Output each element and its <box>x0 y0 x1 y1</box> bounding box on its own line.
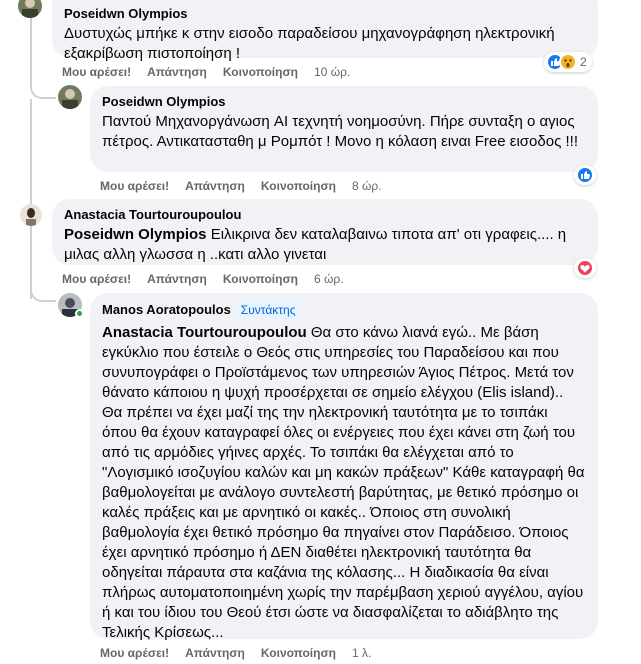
share-button[interactable]: Κοινοποίηση <box>261 646 336 660</box>
avatar[interactable] <box>18 0 42 18</box>
comment-actions: Μου αρέσει! Απάντηση Κοινοποίηση 8 ώρ. <box>100 179 382 193</box>
comment-author[interactable]: Poseidwn Olympios <box>102 94 586 110</box>
like-button[interactable]: Μου αρέσει! <box>62 65 131 79</box>
comment-bubble: Poseidwn Olympios Δυστυχώς μπήκε κ στην … <box>52 0 598 62</box>
like-button[interactable]: Μου αρέσει! <box>100 646 169 660</box>
share-button[interactable]: Κοινοποίηση <box>223 65 298 79</box>
comment-actions: Μου αρέσει! Απάντηση Κοινοποίηση 1 λ. <box>100 646 371 660</box>
heart-reaction-icon <box>576 259 594 277</box>
comment-text: Poseidwn Olympios Ειλικρινα δεν καταλαβα… <box>64 226 567 263</box>
thread-connector <box>30 280 56 302</box>
reaction-count: 2 <box>580 55 587 69</box>
comment-text: Anastacia Tourtouroupoulou Θα στο κάνω λ… <box>102 324 585 641</box>
comment-actions: Μου αρέσει! Απάντηση Κοινοποίηση 6 ώρ. <box>62 272 344 286</box>
comment-bubble: Manos Aoratopoulos Συντάκτης Anastacia T… <box>90 293 598 641</box>
role-badge: Συντάκτης <box>236 301 300 319</box>
timestamp[interactable]: 6 ώρ. <box>314 272 344 286</box>
reaction-summary[interactable] <box>574 165 596 185</box>
thread-connector <box>30 82 56 99</box>
reply-button[interactable]: Απάντηση <box>147 65 207 79</box>
avatar[interactable] <box>20 204 42 226</box>
comment-author[interactable]: Manos Aoratopoulos Συντάκτης <box>102 301 586 319</box>
mention-link[interactable]: Anastacia Tourtouroupoulou <box>102 324 307 341</box>
mention-link[interactable]: Poseidwn Olympios <box>64 226 207 243</box>
comment-author[interactable]: Anastacia Tourtouroupoulou <box>64 207 586 223</box>
avatar[interactable] <box>58 85 82 109</box>
comment-actions: Μου αρέσει! Απάντηση Κοινοποίηση 10 ώρ. <box>62 65 350 79</box>
comment-text: Δυστυχώς μπήκε κ στην εισοδο παραδείσου … <box>64 25 555 62</box>
timestamp[interactable]: 1 λ. <box>352 646 371 660</box>
timestamp[interactable]: 8 ώρ. <box>352 179 382 193</box>
like-button[interactable]: Μου αρέσει! <box>62 272 131 286</box>
reaction-summary[interactable] <box>574 258 596 278</box>
like-reaction-icon <box>576 166 594 184</box>
share-button[interactable]: Κοινοποίηση <box>223 272 298 286</box>
wow-reaction-icon <box>559 53 577 71</box>
comment-text: Παντού Μηχανοργάνωση AI τεχνητή νοημοσύν… <box>102 113 578 150</box>
share-button[interactable]: Κοινοποίηση <box>261 179 336 193</box>
thread-line <box>30 10 32 82</box>
timestamp[interactable]: 10 ώρ. <box>314 65 350 79</box>
reply-button[interactable]: Απάντηση <box>185 646 245 660</box>
comment-author[interactable]: Poseidwn Olympios <box>64 6 586 22</box>
like-button[interactable]: Μου αρέσει! <box>100 179 169 193</box>
reply-button[interactable]: Απάντηση <box>147 272 207 286</box>
reaction-summary[interactable]: 2 <box>544 52 592 72</box>
online-status-icon <box>75 309 84 318</box>
comment-bubble: Anastacia Tourtouroupoulou Poseidwn Olym… <box>52 199 598 265</box>
comment-bubble: Poseidwn Olympios Παντού Μηχανοργάνωση A… <box>90 86 598 172</box>
reply-button[interactable]: Απάντηση <box>185 179 245 193</box>
